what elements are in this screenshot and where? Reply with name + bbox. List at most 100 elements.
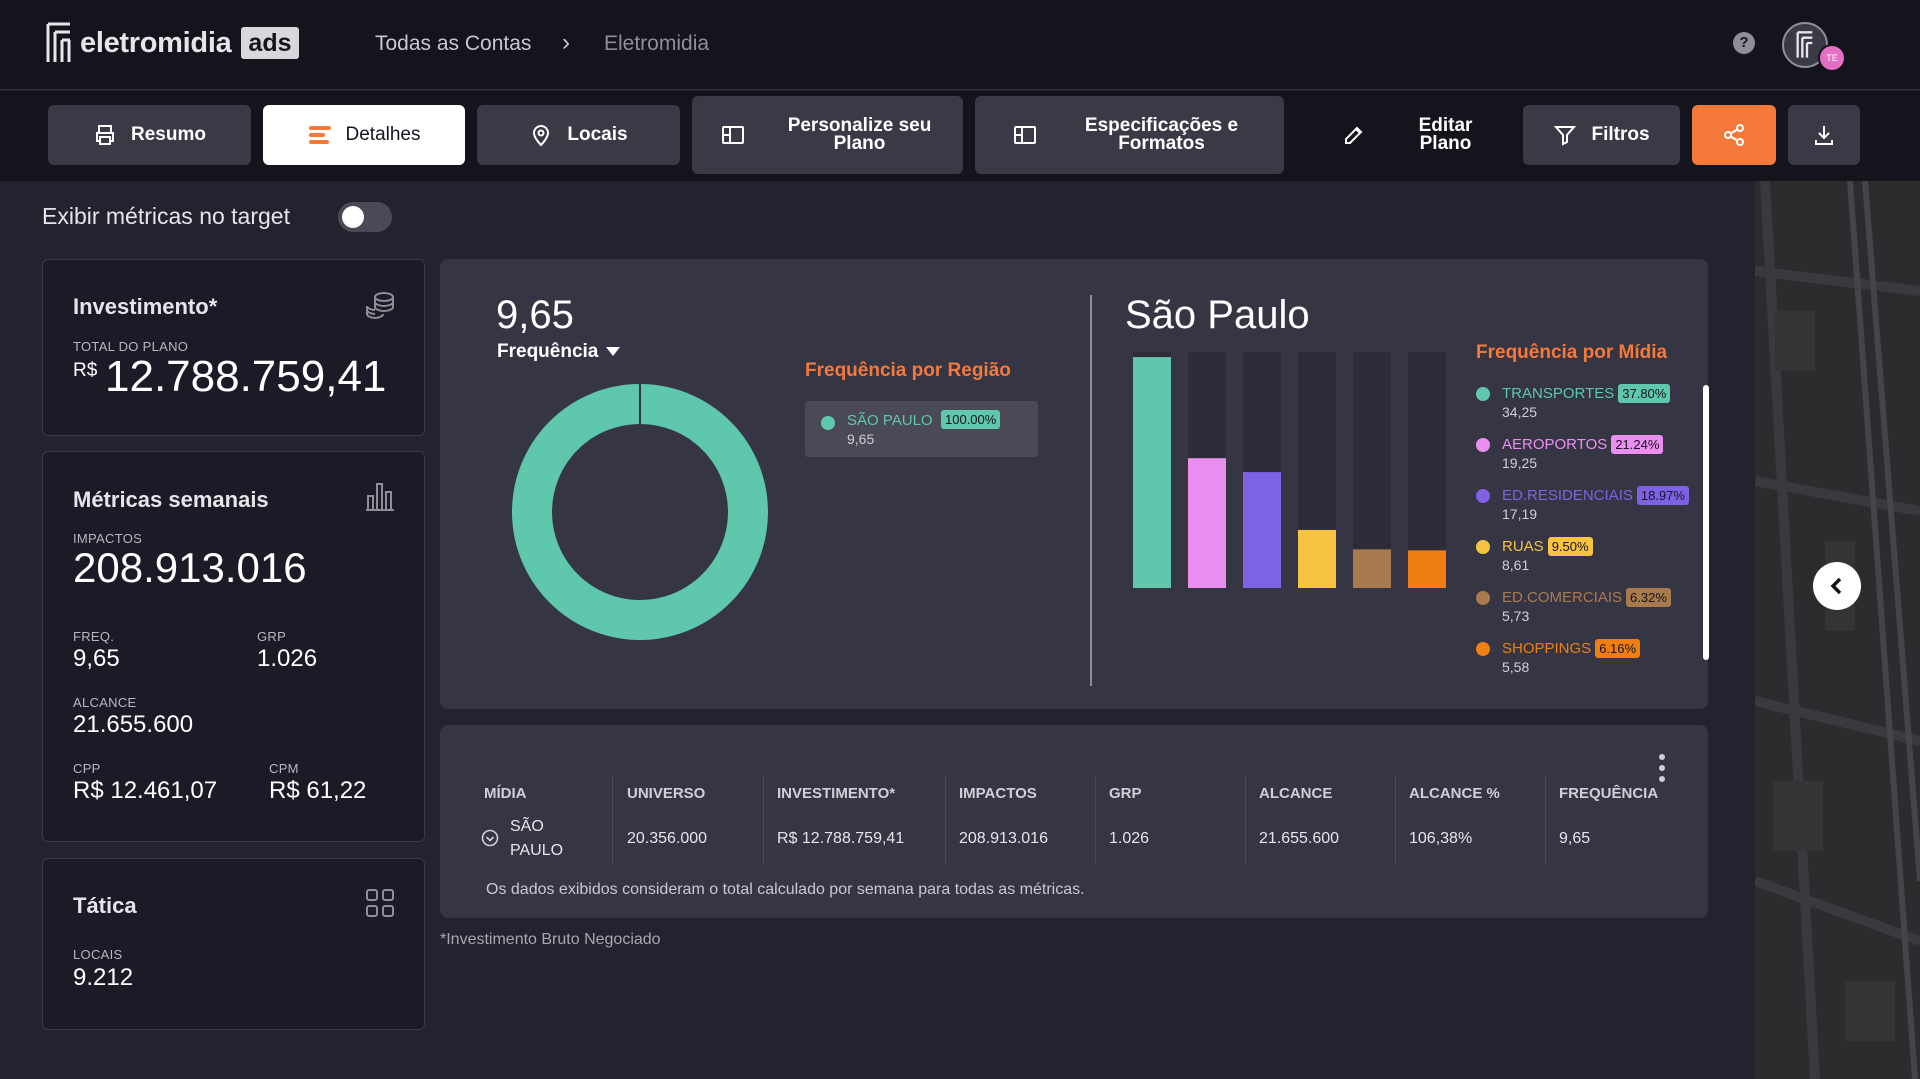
caret-down-icon	[606, 347, 621, 356]
share-icon	[1724, 124, 1744, 146]
th-universo: UNIVERSO	[627, 785, 706, 802]
bar-aeroportos[interactable]	[1188, 458, 1226, 588]
detalhes-label: Detalhes	[345, 124, 421, 145]
frequencia-selector[interactable]: Frequência	[497, 341, 621, 363]
locais-button[interactable]: Locais	[477, 105, 680, 165]
expand-row-icon[interactable]	[481, 829, 499, 847]
share-button[interactable]	[1692, 105, 1776, 165]
filtros-button[interactable]: Filtros	[1523, 105, 1680, 165]
regiao-pct-badge: 100.00%	[941, 410, 1001, 429]
download-button[interactable]	[1788, 105, 1860, 165]
legend-value: 34,25	[1502, 404, 1538, 420]
donut-slice-sao-paulo[interactable]	[512, 384, 768, 640]
legend-label: ED.RESIDENCIAIS 18.97%	[1502, 486, 1689, 505]
table-note: Os dados exibidos consideram o total cal…	[486, 881, 1085, 898]
column-separator	[945, 775, 946, 865]
impactos-value: 208.913.016	[73, 544, 307, 591]
toggle-label: Exibir métricas no target	[42, 203, 290, 229]
city-title: São Paulo	[1125, 293, 1310, 337]
legend-value: 8,61	[1502, 557, 1530, 573]
regiao-title: Frequência por Região	[805, 360, 1011, 381]
legend-scrollbar[interactable]	[1703, 385, 1709, 660]
tatica-title: Tática	[73, 893, 137, 918]
th-alcance: ALCANCE	[1259, 785, 1333, 802]
especificacoes-formatos-button[interactable]: Especificações e Formatos	[975, 96, 1284, 174]
legend-label: ED.COMERCIAIS 6.32%	[1502, 588, 1671, 607]
map-streets-graphic	[1755, 181, 1920, 1079]
personalize-plano-label: Personalize seu Plano	[787, 115, 932, 154]
brand-logo[interactable]: eletromidia ads	[46, 22, 299, 64]
freq-label: FREQ.	[73, 629, 115, 644]
breadcrumb-separator: ›	[562, 29, 570, 56]
editar-plano-button[interactable]: Editar Plano	[1296, 96, 1521, 174]
personalize-plano-button[interactable]: Personalize seu Plano	[692, 96, 963, 174]
coins-icon	[366, 292, 394, 320]
legend-label: AEROPORTOS 21.24%	[1502, 435, 1664, 454]
column-separator	[763, 775, 764, 865]
pencil-icon	[1344, 126, 1362, 144]
panel-divider	[1090, 295, 1092, 686]
resumo-label: Resumo	[131, 124, 206, 145]
legend-value: 5,58	[1502, 659, 1530, 675]
frequencia-selector-label: Frequência	[497, 341, 599, 362]
legend-label: SHOPPINGS 6.16%	[1502, 639, 1641, 658]
editar-plano-label: Editar Plano	[1418, 115, 1473, 154]
bar-ed-comerciais[interactable]	[1353, 549, 1391, 588]
regiao-name: SÃO PAULO	[847, 412, 933, 429]
bar-transportes[interactable]	[1133, 357, 1171, 588]
td-frequencia: 9,65	[1559, 830, 1591, 847]
locais-value: 9.212	[73, 964, 134, 991]
th-impactos: IMPACTOS	[959, 785, 1037, 802]
legend-pct-badge: 18.97%	[1636, 486, 1689, 505]
legend-pct-badge: 6.16%	[1595, 639, 1641, 658]
collapse-panel-button[interactable]	[1813, 562, 1861, 610]
cpm-value: R$ 61,22	[269, 777, 367, 804]
bar-chart-icon	[366, 483, 394, 511]
avatar-initials-badge: TE	[1818, 44, 1846, 72]
column-separator	[1545, 775, 1546, 865]
map-view[interactable]	[1755, 181, 1920, 1079]
bar-ed-residenciais[interactable]	[1243, 472, 1281, 588]
footnote: *Investimento Bruto Negociado	[440, 931, 661, 948]
td-investimento: R$ 12.788.759,41	[777, 830, 905, 847]
th-frequencia: FREQUÊNCIA	[1559, 785, 1659, 802]
td-universo: 20.356.000	[627, 830, 708, 847]
bar-ruas[interactable]	[1298, 529, 1336, 588]
cpp-label: CPP	[73, 761, 101, 776]
detalhes-button[interactable]: Detalhes	[263, 105, 465, 165]
th-grp: GRP	[1109, 785, 1142, 802]
legend-dot	[1476, 387, 1490, 401]
th-alcance-pct: ALCANCE %	[1409, 785, 1500, 802]
midia-bar-chart	[1133, 352, 1446, 588]
legend-dot	[1476, 489, 1490, 503]
help-icon[interactable]: ?	[1733, 32, 1755, 54]
avatar-logo-icon	[1796, 31, 1813, 58]
investimento-value: 12.788.759,41	[105, 352, 387, 401]
currency-symbol: R$	[73, 360, 98, 381]
more-options-icon[interactable]	[1657, 753, 1667, 783]
legend-dot	[1476, 540, 1490, 554]
app-header: eletromidia ads Todas as Contas › Eletro…	[0, 0, 1920, 90]
legend-label: RUAS 9.50%	[1502, 537, 1593, 556]
locais-label: LOCAIS	[73, 947, 123, 962]
resumo-button[interactable]: Resumo	[48, 105, 251, 165]
logo-text: eletromidia	[80, 26, 232, 59]
legend-dot	[1476, 438, 1490, 452]
grp-label: GRP	[257, 629, 287, 644]
regiao-legend-item[interactable]: SÃO PAULO 100.00% 9,65	[805, 401, 1038, 457]
bar-shoppings[interactable]	[1408, 550, 1446, 588]
metrics-target-toggle[interactable]	[338, 202, 392, 232]
filtros-label: Filtros	[1591, 124, 1650, 145]
legend-pct-badge: 21.24%	[1611, 435, 1664, 454]
locais-label: Locais	[567, 124, 628, 145]
th-investimento: INVESTIMENTO*	[777, 785, 896, 802]
legend-label: TRANSPORTES 37.80%	[1502, 384, 1671, 403]
th-midia: MÍDIA	[484, 785, 527, 802]
td-midia: SÃO PAULO	[510, 818, 564, 859]
midia-title: Frequência por Mídia	[1476, 342, 1668, 363]
legend-pct-badge: 9.50%	[1547, 537, 1593, 556]
td-grp: 1.026	[1109, 830, 1150, 847]
grid-icon	[366, 889, 394, 917]
legend-pct-badge: 6.32%	[1626, 588, 1671, 607]
breadcrumb-all-accounts[interactable]: Todas as Contas	[375, 32, 531, 56]
